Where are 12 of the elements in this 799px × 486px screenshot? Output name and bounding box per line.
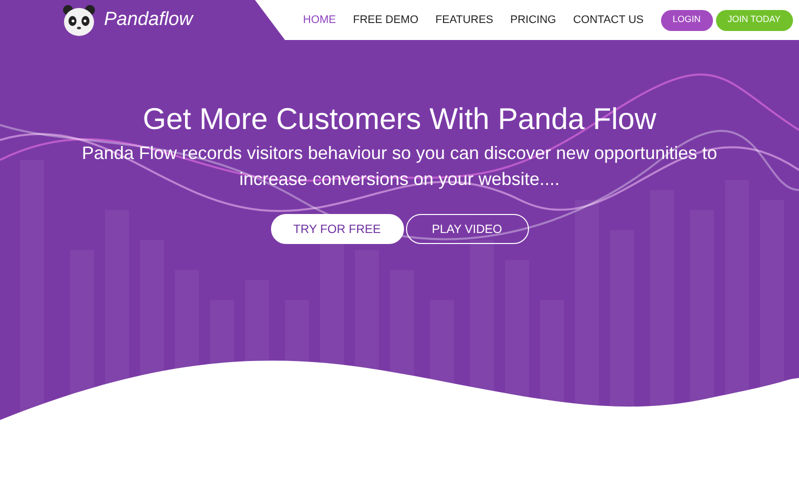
panda-logo-icon — [62, 4, 96, 36]
nav-link[interactable]: FEATURES — [435, 12, 494, 28]
play-video-button[interactable]: PLAY VIDEO — [406, 214, 528, 244]
login-button[interactable]: LOGIN — [660, 10, 713, 30]
nav-link[interactable]: FREE DEMO — [353, 12, 418, 28]
hero-title: Get More Customers With Panda Flow — [142, 102, 656, 138]
try-button[interactable]: TRY FOR FREE — [270, 214, 404, 244]
logo-text[interactable]: Pandaflow — [104, 6, 193, 34]
hero-subtitle: Panda Flow records visitors behaviour so you can discover new opportunities to increase conversions on your website.... — [80, 142, 718, 191]
nav-link[interactable]: HOME — [303, 12, 336, 28]
nav-link[interactable]: CONTACT US — [573, 12, 644, 28]
nav-link[interactable]: PRICING — [510, 12, 556, 28]
